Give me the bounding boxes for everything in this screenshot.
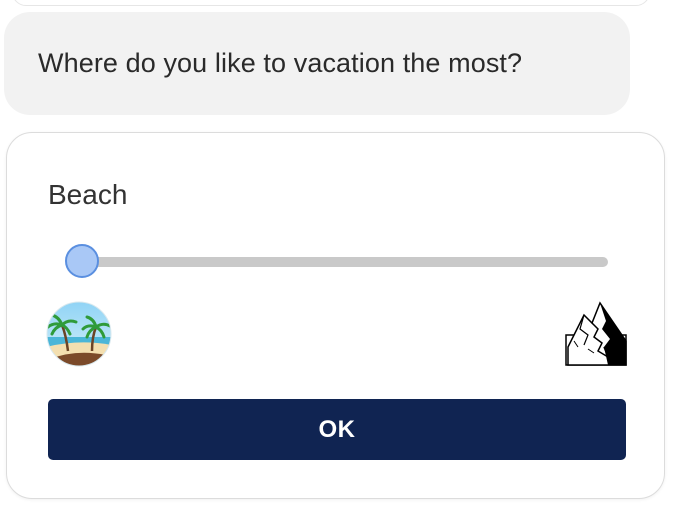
mountain-icon bbox=[565, 301, 627, 366]
previous-message-edge bbox=[12, 0, 650, 6]
slider-card: Beach OK bbox=[6, 132, 665, 499]
question-bubble: Where do you like to vacation the most? bbox=[4, 12, 630, 115]
slider-value-label: Beach bbox=[48, 179, 128, 210]
question-text: Where do you like to vacation the most? bbox=[38, 48, 523, 78]
beach-icon bbox=[46, 301, 112, 367]
ok-button[interactable]: OK bbox=[48, 399, 626, 460]
slider-track[interactable] bbox=[83, 257, 608, 267]
slider-thumb[interactable] bbox=[65, 244, 99, 278]
